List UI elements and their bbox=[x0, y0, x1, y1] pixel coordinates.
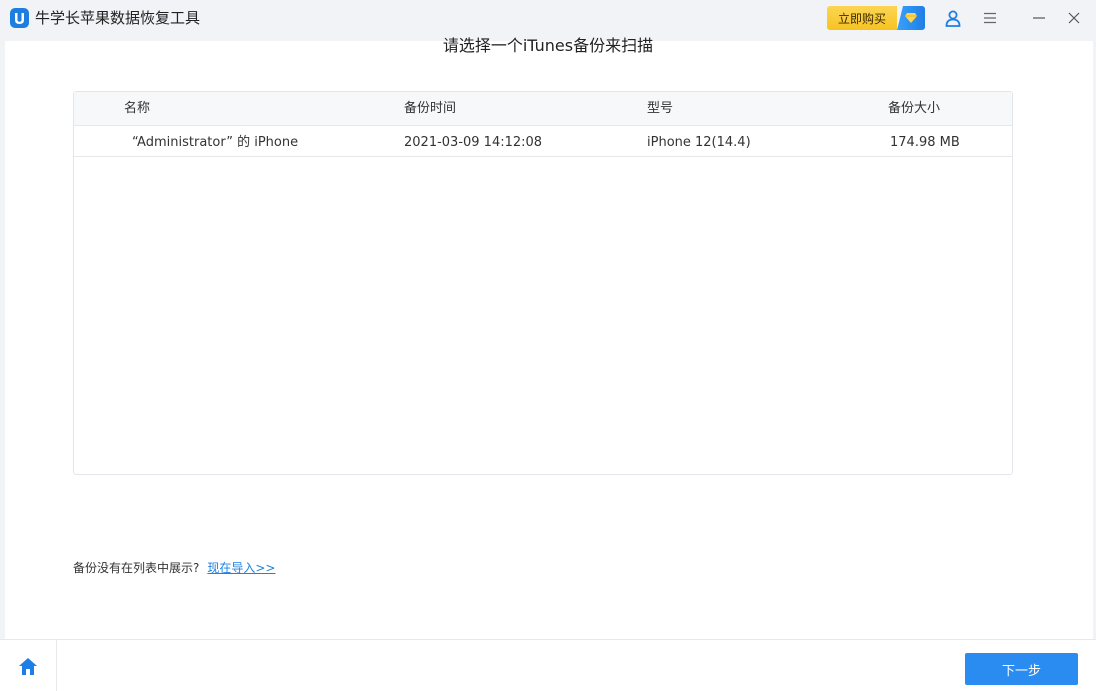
backup-size: 174.98 MB bbox=[890, 135, 960, 150]
diamond-icon bbox=[897, 6, 925, 30]
title-bar: 牛学长苹果数据恢复工具 立即购买 bbox=[0, 0, 1096, 38]
column-header-size: 备份大小 bbox=[888, 101, 941, 116]
home-button[interactable] bbox=[0, 640, 57, 691]
menu-icon[interactable] bbox=[980, 8, 1000, 28]
missing-backup-note: 备份没有在列表中展示? 现在导入>> bbox=[73, 559, 276, 576]
close-icon[interactable] bbox=[1064, 8, 1084, 28]
page-title: 请选择一个iTunes备份来扫描 bbox=[442, 36, 654, 55]
column-header-model: 型号 bbox=[647, 101, 674, 116]
minimize-icon[interactable] bbox=[1029, 8, 1049, 28]
import-now-link[interactable]: 现在导入>> bbox=[207, 561, 275, 575]
app-logo-icon bbox=[10, 8, 29, 28]
buy-now-button[interactable]: 立即购买 bbox=[827, 6, 925, 30]
missing-backup-text: 备份没有在列表中展示? bbox=[73, 561, 200, 575]
backup-table: 名称 备份时间 型号 备份大小 “Administrator” 的 iPhone… bbox=[73, 91, 1013, 475]
user-icon[interactable] bbox=[943, 8, 963, 28]
column-header-time: 备份时间 bbox=[404, 101, 457, 116]
next-step-button[interactable]: 下一步 bbox=[965, 653, 1078, 685]
backup-name: “Administrator” 的 iPhone bbox=[132, 135, 299, 150]
app-title: 牛学长苹果数据恢复工具 bbox=[35, 9, 201, 27]
device-model: iPhone 12(14.4) bbox=[647, 135, 751, 150]
buy-now-label: 立即购买 bbox=[827, 6, 897, 30]
backup-time: 2021-03-09 14:12:08 bbox=[404, 135, 543, 150]
column-header-name: 名称 bbox=[124, 101, 151, 116]
table-header: 名称 备份时间 型号 备份大小 bbox=[74, 92, 1012, 126]
table-row[interactable]: “Administrator” 的 iPhone 2021-03-09 14:1… bbox=[74, 126, 1012, 157]
home-icon bbox=[19, 657, 37, 675]
bottom-bar: 下一步 bbox=[0, 639, 1096, 691]
